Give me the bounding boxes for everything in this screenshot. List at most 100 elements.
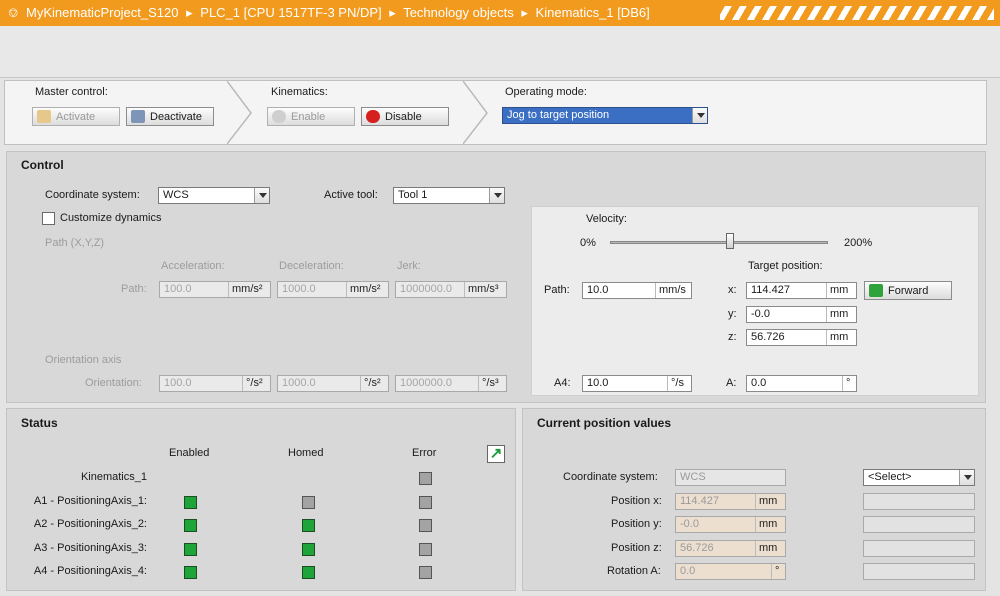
target-z-label: z: bbox=[728, 331, 737, 343]
target-z-value: 56.726 bbox=[751, 331, 785, 343]
status-row-label: A4 - PositioningAxis_4: bbox=[33, 565, 147, 577]
pin-icon[interactable]: ⎊ bbox=[8, 5, 18, 20]
acceleration-unit: mm/s² bbox=[228, 282, 270, 297]
a4-velocity-input[interactable]: 10.0 °/s bbox=[582, 375, 692, 392]
target-y-input[interactable]: -0.0 mm bbox=[746, 306, 857, 323]
homed-indicator bbox=[302, 566, 315, 579]
deceleration-unit: mm/s² bbox=[346, 282, 388, 297]
deceleration-value: 1000.0 bbox=[282, 283, 316, 295]
path-velocity-input[interactable]: 10.0 mm/s bbox=[582, 282, 692, 299]
chevron-down-icon[interactable] bbox=[489, 188, 504, 203]
status-row-label: A1 - PositioningAxis_1: bbox=[33, 494, 147, 507]
enabled-column-header: Enabled bbox=[169, 447, 210, 459]
velocity-slider-track[interactable] bbox=[610, 241, 828, 244]
coordinate-system-label: Coordinate system: bbox=[45, 189, 140, 201]
forward-button[interactable]: Forward bbox=[864, 281, 952, 300]
position-x-extra bbox=[863, 493, 975, 510]
acceleration-value: 100.0 bbox=[164, 283, 192, 295]
homed-column-header: Homed bbox=[288, 447, 324, 459]
chevron-down-icon[interactable] bbox=[692, 108, 707, 123]
master-control-bar: Master control: Activate Deactivate Kine… bbox=[4, 80, 987, 145]
breadcrumb: ⎊ MyKinematicProject_S120 ▸ PLC_1 [CPU 1… bbox=[8, 5, 654, 21]
operating-mode-dropdown[interactable]: Jog to target position bbox=[502, 107, 708, 124]
forward-label: Forward bbox=[888, 284, 929, 297]
homed-indicator bbox=[302, 495, 315, 509]
deceleration-label: Deceleration: bbox=[279, 260, 344, 272]
target-x-value: 114.427 bbox=[751, 284, 790, 296]
status-panel: Status Enabled Homed Error ↗ Kinematics_… bbox=[6, 408, 516, 591]
jerk-value: 1000000.0 bbox=[400, 283, 452, 295]
active-tool-value: Tool 1 bbox=[398, 189, 428, 201]
error-indicator bbox=[419, 495, 432, 509]
position-z-unit: mm bbox=[755, 541, 785, 556]
position-x-field: 114.427 mm bbox=[675, 493, 786, 510]
customize-dynamics-checkbox[interactable] bbox=[42, 212, 55, 225]
title-stripes bbox=[720, 6, 994, 20]
activate-button[interactable]: Activate bbox=[32, 107, 120, 126]
orientation-accel-value: 100.0 bbox=[164, 377, 192, 389]
a4-velocity-unit: °/s bbox=[667, 376, 691, 391]
breadcrumb-separator: ▸ bbox=[186, 5, 193, 20]
target-a-input[interactable]: 0.0 ° bbox=[746, 375, 857, 392]
chevron-down-icon[interactable] bbox=[254, 188, 269, 203]
orientation-accel-unit: °/s² bbox=[242, 376, 270, 391]
active-tool-dropdown[interactable]: Tool 1 bbox=[393, 187, 505, 204]
velocity-slider-thumb[interactable] bbox=[725, 233, 734, 249]
deceleration-input[interactable]: 1000.0 mm/s² bbox=[277, 281, 389, 298]
enable-button[interactable]: Enable bbox=[267, 107, 355, 126]
orientation-group-label: Orientation axis bbox=[45, 354, 122, 366]
chevron-down-icon[interactable] bbox=[959, 470, 974, 485]
chevron-separator bbox=[227, 81, 252, 144]
chevron-separator bbox=[463, 81, 488, 144]
jerk-input[interactable]: 1000000.0 mm/s³ bbox=[395, 281, 507, 298]
customize-dynamics-label: Customize dynamics bbox=[60, 212, 162, 224]
acceleration-input[interactable]: 100.0 mm/s² bbox=[159, 281, 271, 298]
orientation-accel-input[interactable]: 100.0 °/s² bbox=[159, 375, 271, 392]
position-z-label: Position z: bbox=[611, 542, 662, 554]
control-panel: Control Coordinate system: WCS Active to… bbox=[6, 151, 986, 403]
target-x-input[interactable]: 114.427 mm bbox=[746, 282, 857, 299]
disable-button[interactable]: Disable bbox=[361, 107, 449, 126]
target-x-unit: mm bbox=[826, 283, 856, 298]
position-select-dropdown[interactable]: <Select> bbox=[863, 469, 975, 486]
position-z-field: 56.726 mm bbox=[675, 540, 786, 557]
target-z-input[interactable]: 56.726 mm bbox=[746, 329, 857, 346]
enabled-indicator bbox=[184, 519, 197, 532]
position-coordinate-value: WCS bbox=[680, 471, 706, 483]
open-diagnostics-icon[interactable]: ↗ bbox=[487, 445, 505, 463]
position-coordinate-label: Coordinate system: bbox=[563, 471, 658, 483]
enabled-indicator bbox=[184, 566, 197, 579]
forward-icon bbox=[869, 284, 883, 297]
activate-label: Activate bbox=[56, 110, 96, 123]
position-y-value: -0.0 bbox=[680, 518, 699, 530]
position-z-value: 56.726 bbox=[680, 542, 714, 554]
breadcrumb-technology-objects: Technology objects bbox=[403, 5, 514, 20]
orientation-jerk-input[interactable]: 1000000.0 °/s³ bbox=[395, 375, 507, 392]
position-y-field: -0.0 mm bbox=[675, 516, 786, 533]
master-control-label: Master control: bbox=[35, 86, 108, 98]
position-coordinate-input: WCS bbox=[675, 469, 786, 486]
velocity-label: Velocity: bbox=[586, 213, 627, 225]
path-velocity-unit: mm/s bbox=[655, 283, 691, 298]
path-velocity-label: Path: bbox=[544, 284, 570, 296]
position-y-label: Position y: bbox=[611, 518, 662, 530]
position-y-unit: mm bbox=[755, 517, 785, 532]
orientation-label: Orientation: bbox=[85, 377, 142, 389]
position-z-extra bbox=[863, 540, 975, 557]
coordinate-system-dropdown[interactable]: WCS bbox=[158, 187, 270, 204]
acceleration-label: Acceleration: bbox=[161, 260, 225, 272]
target-a-value: 0.0 bbox=[751, 377, 767, 389]
control-title: Control bbox=[21, 158, 64, 172]
rotation-a-value: 0.0 bbox=[680, 565, 696, 577]
deactivate-button[interactable]: Deactivate bbox=[126, 107, 214, 126]
velocity-max-label: 200% bbox=[844, 237, 873, 249]
position-x-label: Position x: bbox=[611, 495, 662, 507]
title-bar: ⎊ MyKinematicProject_S120 ▸ PLC_1 [CPU 1… bbox=[0, 0, 1000, 26]
orientation-decel-input[interactable]: 1000.0 °/s² bbox=[277, 375, 389, 392]
position-x-unit: mm bbox=[755, 494, 785, 509]
orientation-decel-unit: °/s² bbox=[360, 376, 388, 391]
breadcrumb-project: MyKinematicProject_S120 bbox=[26, 5, 179, 20]
hand-icon bbox=[37, 110, 51, 123]
current-position-title: Current position values bbox=[537, 416, 672, 430]
a4-velocity-value: 10.0 bbox=[587, 377, 609, 389]
